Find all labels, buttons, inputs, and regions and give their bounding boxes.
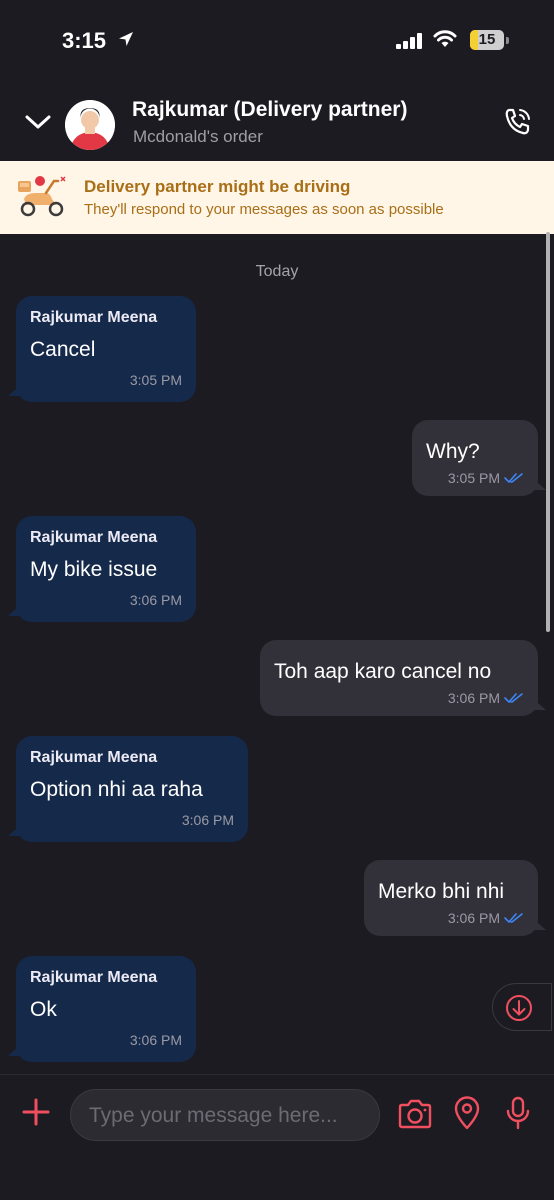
composer-divider [0, 1074, 554, 1075]
location-arrow-icon [119, 32, 133, 46]
signal-icon [396, 33, 422, 49]
double-tick-icon [504, 473, 523, 483]
mic-icon[interactable] [505, 1096, 531, 1130]
message-text: Toh aap karo cancel no [274, 660, 492, 683]
message-time: 3:06 PM [447, 690, 500, 706]
bubble-tail [530, 916, 546, 930]
message-time: 3:06 PM [447, 910, 500, 926]
banner-subtitle: They'll respond to your messages as soon… [84, 201, 444, 218]
plus-icon[interactable] [20, 1096, 52, 1128]
bubble-tail [530, 476, 546, 490]
message-time: 3:05 PM [447, 470, 500, 486]
chevron-down-icon[interactable] [24, 112, 52, 132]
message-sender: Rajkumar Meena [30, 529, 158, 546]
location-pin-icon[interactable] [453, 1096, 481, 1130]
double-tick-icon [504, 913, 523, 923]
message-input[interactable] [87, 1090, 371, 1142]
message-input-container[interactable] [70, 1089, 380, 1142]
double-tick-icon [504, 693, 523, 703]
message-text: Why? [426, 440, 480, 463]
contact-name: Rajkumar (Delivery partner) [132, 98, 408, 121]
message-incoming: Rajkumar Meena Ok 3:06 PM [8, 956, 196, 1062]
driving-banner: Delivery partner might be driving They'l… [0, 161, 554, 234]
call-icon[interactable] [502, 106, 534, 138]
message-outgoing: Merko bhi nhi 3:06 PM [364, 860, 546, 936]
message-text: Ok [30, 998, 57, 1021]
message-time: 3:06 PM [181, 812, 234, 828]
message-sender: Rajkumar Meena [30, 309, 158, 326]
chat-scrollbar[interactable] [546, 232, 550, 632]
message-text: Option nhi aa raha [30, 778, 203, 801]
day-separator: Today [255, 263, 299, 280]
battery-icon: 15 [470, 30, 504, 50]
scroll-to-bottom-button[interactable] [492, 983, 552, 1031]
message-incoming: Rajkumar Meena Option nhi aa raha 3:06 P… [8, 736, 248, 842]
bubble-tail [8, 382, 24, 396]
delivery-partner-avatar-icon [65, 100, 115, 150]
message-incoming: Rajkumar Meena My bike issue 3:06 PM [8, 516, 196, 622]
avatar[interactable] [65, 100, 115, 150]
battery-level: 15 [478, 31, 496, 48]
message-outgoing: Toh aap karo cancel no 3:06 PM [260, 640, 546, 716]
bubble-tail [8, 1042, 24, 1056]
order-subtitle: Mcdonald's order [133, 127, 263, 146]
message-text: My bike issue [30, 558, 158, 581]
bubble-tail [8, 602, 24, 616]
bubble-tail [8, 822, 24, 836]
status-time: 3:15 [62, 28, 107, 53]
bubble-tail [530, 696, 546, 710]
scroll-down-icon [506, 995, 532, 1021]
message-time: 3:05 PM [129, 372, 182, 388]
message-text: Merko bhi nhi [378, 880, 505, 903]
battery-tip [506, 37, 509, 44]
banner-title: Delivery partner might be driving [84, 177, 351, 196]
message-text: Cancel [30, 338, 96, 361]
message-sender: Rajkumar Meena [30, 969, 158, 986]
message-time: 3:06 PM [129, 592, 182, 608]
message-time: 3:06 PM [129, 1032, 182, 1048]
message-sender: Rajkumar Meena [30, 749, 158, 766]
message-outgoing: Why? 3:05 PM [412, 420, 546, 496]
message-incoming: Rajkumar Meena Cancel 3:05 PM [8, 296, 196, 402]
camera-icon[interactable] [396, 1098, 434, 1130]
wifi-icon [433, 30, 457, 47]
scooter-icon [18, 176, 66, 217]
